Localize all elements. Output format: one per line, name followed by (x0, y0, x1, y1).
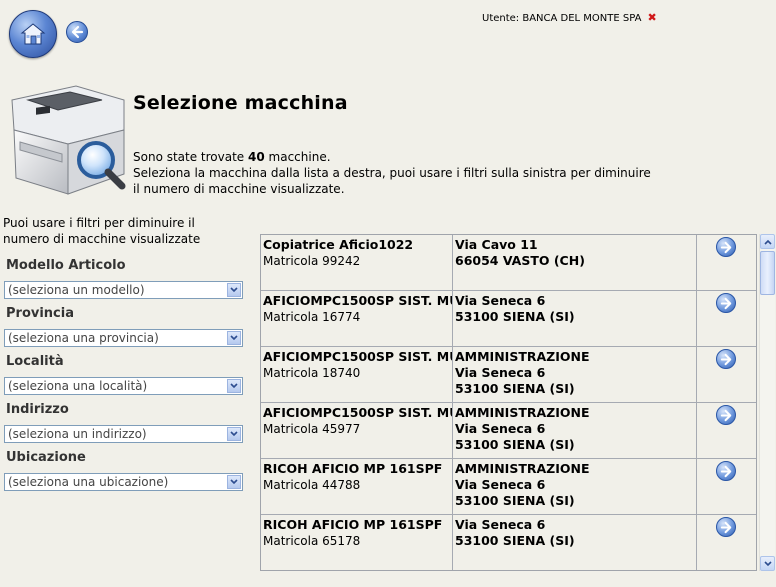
scrollbar-thumb[interactable] (760, 251, 775, 295)
arrow-right-icon (720, 409, 731, 421)
machine-address-line: Via Cavo 11 (455, 237, 538, 252)
machine-address-line: AMMINISTRAZIONE (455, 349, 590, 364)
select-machine-button[interactable] (716, 349, 736, 369)
chevron-up-icon (763, 239, 772, 245)
filter-label-modello: Modello Articolo (6, 258, 126, 273)
page-title: Selezione macchina (133, 92, 348, 114)
filter-select-modello[interactable]: (seleziona un modello) (4, 281, 243, 299)
machine-address-line: 66054 VASTO (CH) (455, 253, 585, 268)
machine-model: Copiatrice Aficio1022 (263, 237, 414, 252)
arrow-right-icon (720, 297, 731, 309)
machine-model: AFICIOMPC1500SP SIST. MULTIFUNZIONE (263, 293, 452, 308)
results-instructions: Seleziona la macchina dalla lista a dest… (133, 166, 651, 196)
machine-serial: Matricola 65178 (263, 534, 361, 548)
filter-label-indirizzo: Indirizzo (6, 402, 69, 417)
user-label: Utente: BANCA DEL MONTE SPA (482, 13, 642, 24)
filter-label-ubicazione: Ubicazione (6, 450, 86, 465)
machine-address-line: AMMINISTRAZIONE (455, 405, 590, 420)
machine-row[interactable]: Copiatrice Aficio1022 Matricola 99242 Vi… (261, 235, 756, 291)
back-button[interactable] (66, 21, 88, 43)
select-machine-button[interactable] (716, 461, 736, 481)
machine-address-line: 53100 SIENA (SI) (455, 437, 575, 452)
arrow-left-icon (71, 25, 84, 39)
scroll-up-button[interactable] (760, 234, 775, 249)
machine-address-line: 53100 SIENA (SI) (455, 381, 575, 396)
machine-row[interactable]: AFICIOMPC1500SP SIST. MULTIFUNZIONE Matr… (261, 347, 756, 403)
machine-address-line: Via Seneca 6 (455, 517, 546, 532)
machine-address-line: 53100 SIENA (SI) (455, 533, 575, 548)
arrow-right-icon (720, 241, 731, 253)
chevron-down-icon[interactable] (227, 379, 241, 393)
filter-select-ubicazione[interactable]: (seleziona una ubicazione) (4, 473, 243, 491)
machine-model: AFICIOMPC1500SP SIST. MULTIFUNZIONE (263, 349, 452, 364)
machine-address-line: Via Seneca 6 (455, 477, 546, 492)
select-machine-button[interactable] (716, 237, 736, 257)
machine-serial: Matricola 44788 (263, 478, 361, 492)
machine-row[interactable]: RICOH AFICIO MP 161SPF Matricola 44788 A… (261, 459, 756, 515)
machine-address-line: AMMINISTRAZIONE (455, 461, 590, 476)
machine-address-line: 53100 SIENA (SI) (455, 493, 575, 508)
chevron-down-icon[interactable] (227, 427, 241, 441)
machine-address-line: Via Seneca 6 (455, 293, 546, 308)
chevron-down-icon[interactable] (227, 283, 241, 297)
machine-model: RICOH AFICIO MP 161SPF (263, 461, 443, 476)
home-icon (20, 23, 46, 45)
printer-magnifier-icon (11, 85, 126, 195)
machine-address-line: Via Seneca 6 (455, 365, 546, 380)
machine-row[interactable]: RICOH AFICIO MP 161SPF Matricola 65178 V… (261, 515, 756, 570)
machine-address-line: 53100 SIENA (SI) (455, 309, 575, 324)
machine-row[interactable]: AFICIOMPC1500SP SIST. MULTIFUNZIONE Matr… (261, 291, 756, 347)
user-info: Utente: BANCA DEL MONTE SPA ✖ (482, 11, 657, 24)
machine-model: AFICIOMPC1500SP SIST. MULTIFUNZIONE (263, 405, 452, 420)
machine-serial: Matricola 99242 (263, 254, 361, 268)
machine-serial: Matricola 16774 (263, 310, 361, 324)
scroll-down-button[interactable] (760, 556, 775, 571)
filter-select-localita[interactable]: (seleziona una località) (4, 377, 243, 395)
machine-serial: Matricola 45977 (263, 422, 361, 436)
arrow-right-icon (720, 521, 731, 533)
arrow-right-icon (720, 353, 731, 365)
machine-serial: Matricola 18740 (263, 366, 361, 380)
list-scrollbar[interactable] (759, 234, 775, 571)
results-summary: Sono state trovate 40 macchine. Selezion… (133, 150, 651, 196)
filter-label-localita: Località (6, 354, 64, 369)
machine-row[interactable]: AFICIOMPC1500SP SIST. MULTIFUNZIONE Matr… (261, 403, 756, 459)
filter-label-provincia: Provincia (6, 306, 74, 321)
chevron-down-icon (763, 560, 772, 566)
machine-model: RICOH AFICIO MP 161SPF (263, 517, 443, 532)
machine-address-line: Via Seneca 6 (455, 421, 546, 436)
results-count: 40 (248, 150, 265, 164)
chevron-down-icon[interactable] (227, 331, 241, 345)
machine-list: Copiatrice Aficio1022 Matricola 99242 Vi… (260, 234, 757, 571)
home-button[interactable] (9, 10, 57, 58)
select-machine-button[interactable] (716, 405, 736, 425)
logout-close-icon[interactable]: ✖ (647, 11, 656, 24)
arrow-right-icon (720, 465, 731, 477)
chevron-down-icon[interactable] (227, 475, 241, 489)
filter-intro: Puoi usare i filtri per diminuire il num… (3, 216, 201, 246)
select-machine-button[interactable] (716, 293, 736, 313)
filter-select-indirizzo[interactable]: (seleziona un indirizzo) (4, 425, 243, 443)
select-machine-button[interactable] (716, 517, 736, 537)
filter-select-provincia[interactable]: (seleziona una provincia) (4, 329, 243, 347)
